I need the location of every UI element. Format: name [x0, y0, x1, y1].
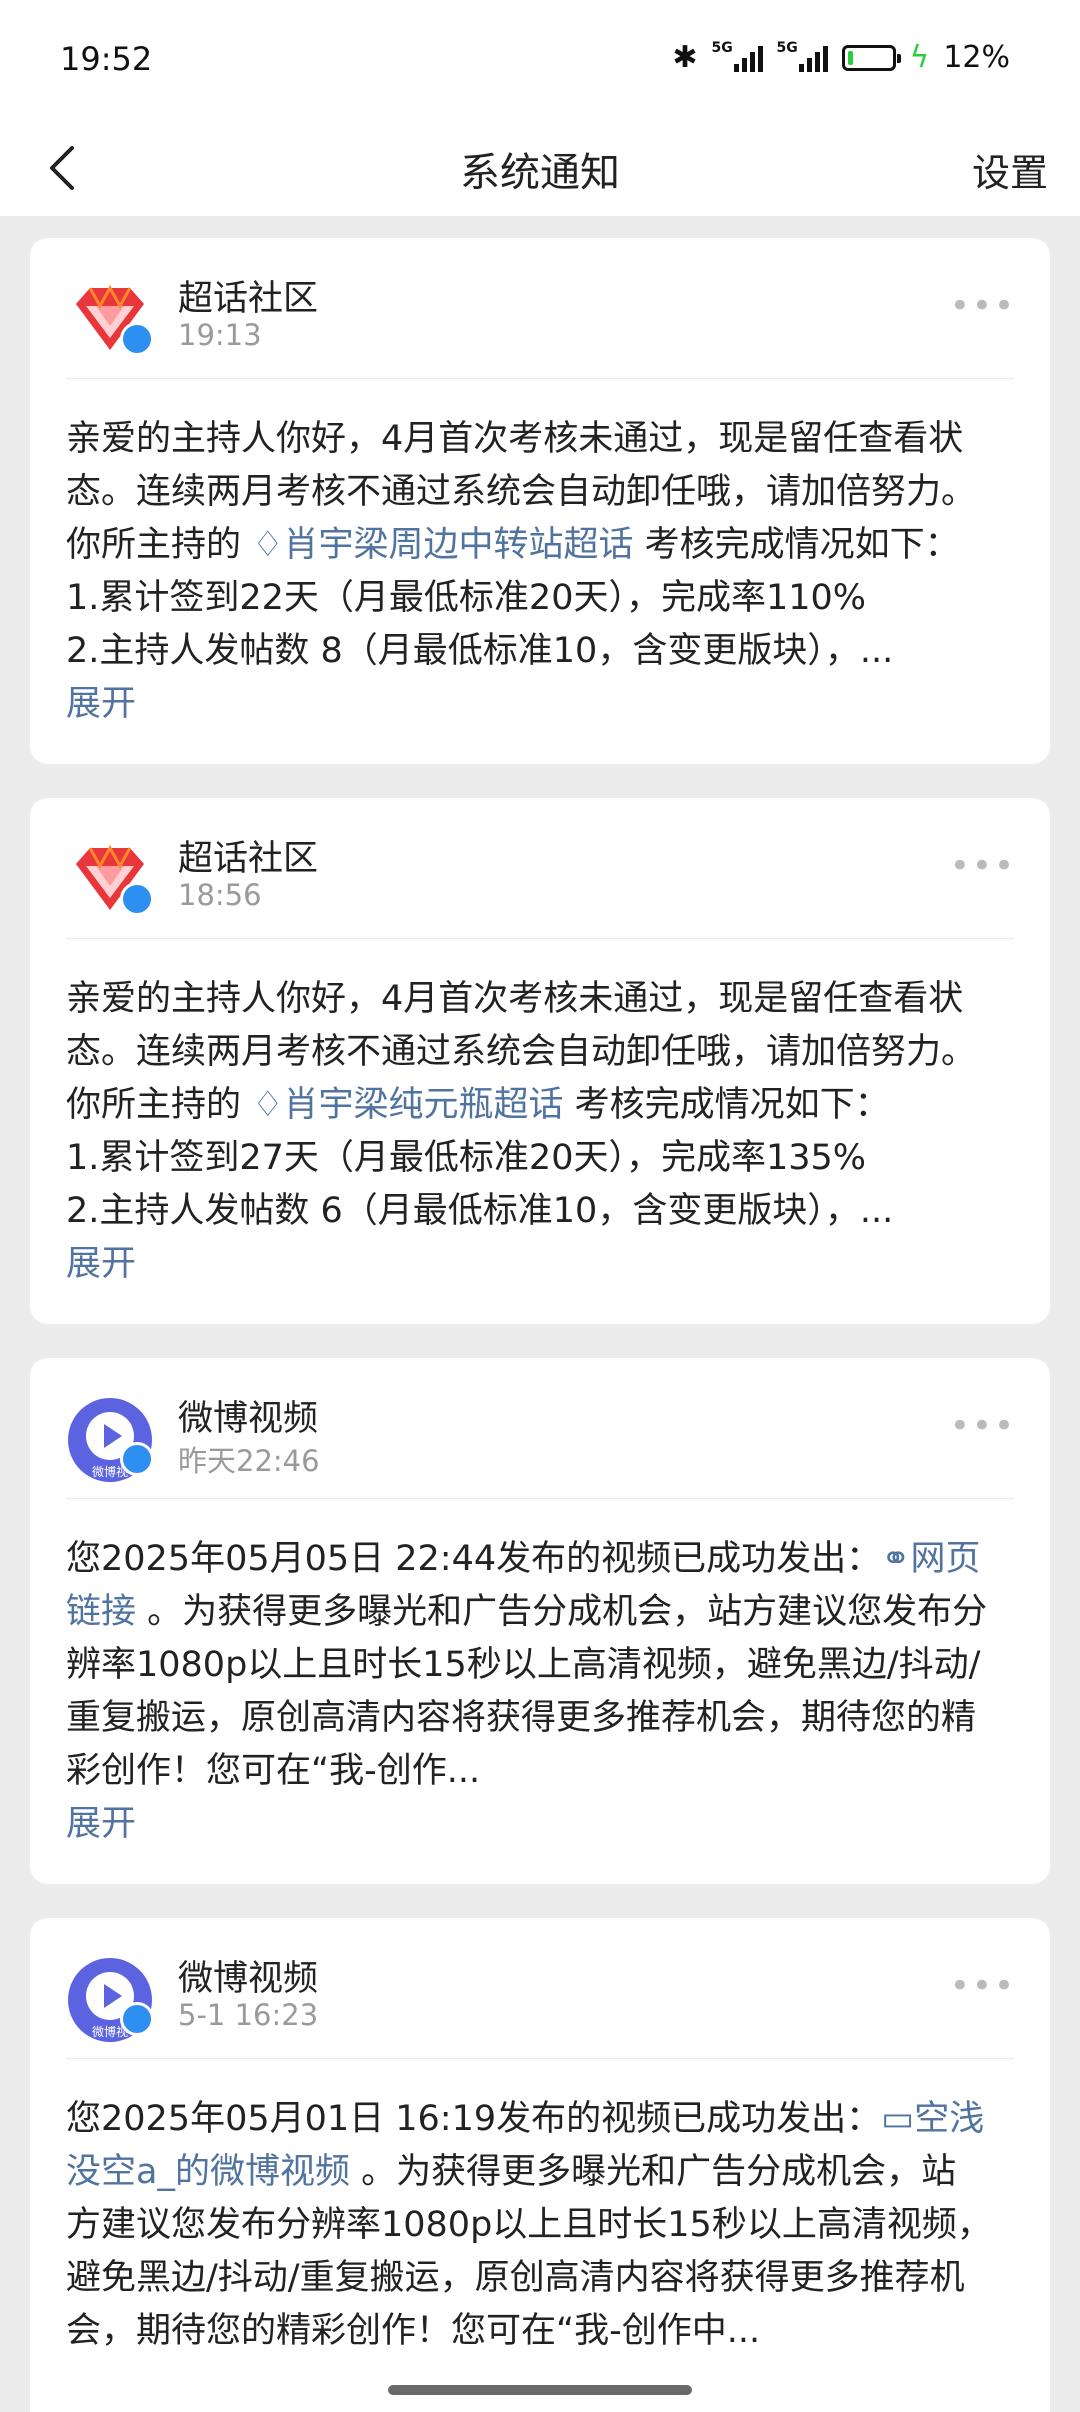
message-body: 您2025年05月01日 16:19发布的视频已成功发出：▭空浅 没空a_的微博… [66, 2099, 992, 2351]
bluetooth-icon: ✱ [672, 40, 698, 75]
nav-bar: 系统通知 设置 [0, 120, 1080, 216]
diamond-icon: ♢ [252, 1085, 284, 1125]
diamond-icon: ♢ [252, 525, 284, 565]
notification-card[interactable]: 超话社区 19:13 ••• 亲爱的主持人你好，4月首次考核未通过，现是留任查看… [30, 238, 1050, 764]
home-indicator[interactable] [388, 2385, 692, 2395]
sender-name[interactable]: 超话社区 [178, 830, 318, 881]
expand-link[interactable]: 展开 [66, 678, 1014, 731]
video-icon: ▭ [881, 2099, 915, 2139]
message-time: 昨天22:46 [178, 1444, 320, 1478]
notification-card[interactable]: 超话社区 18:56 ••• 亲爱的主持人你好，4月首次考核未通过，现是留任查看… [30, 798, 1050, 1324]
message-body: 亲爱的主持人你好，4月首次考核未通过，现是留任查看状 态。连续两月考核不通过系统… [30, 379, 1050, 767]
super-topic-link[interactable]: ♢肖宇梁纯元瓶超话 [252, 1085, 563, 1125]
page-title: 系统通知 [460, 150, 620, 196]
message-body: 亲爱的主持人你好，4月首次考核未通过，现是留任查看状 态。连续两月考核不通过系统… [30, 939, 1050, 1327]
battery-icon [841, 44, 901, 71]
verified-badge-icon [120, 2002, 154, 2036]
signal-5g-icon: 5G [712, 40, 763, 72]
verified-badge-icon [120, 1442, 154, 1476]
sender-name[interactable]: 微博视频 [178, 1950, 318, 2001]
more-options-icon[interactable]: ••• [950, 1966, 1016, 2006]
message-body: 您2025年05月05日 22:44发布的视频已成功发出：⚭网页 链接 。为获得… [30, 1499, 1050, 1887]
more-options-icon[interactable]: ••• [950, 286, 1016, 326]
sender-name[interactable]: 微博视频 [178, 1390, 318, 1441]
more-options-icon[interactable]: ••• [950, 1406, 1016, 1446]
link-icon: ⚭ [881, 1539, 911, 1579]
status-icons: ✱ 5G 5G ϟ 12% [672, 40, 1010, 76]
expand-link[interactable]: 展开 [66, 1238, 1014, 1291]
charging-bolt-icon: ϟ [909, 40, 930, 75]
status-time: 19:52 [60, 40, 153, 78]
video-link-cont[interactable]: 没空a_的微博视频 [66, 2152, 350, 2192]
verified-badge-icon [120, 322, 154, 356]
battery-percent: 12% [943, 40, 1010, 75]
message-time: 18:56 [178, 878, 262, 912]
signal-5g-icon-2: 5G [777, 40, 828, 72]
message-time: 19:13 [178, 318, 262, 352]
web-link[interactable]: ⚭网页 [881, 1539, 980, 1579]
notification-card[interactable]: 微博视 微博视频 5-1 16:23 ••• 您2025年05月01日 16:1… [30, 1918, 1050, 2412]
super-topic-link[interactable]: ♢肖宇梁周边中转站超话 [252, 525, 633, 565]
verified-badge-icon [120, 882, 154, 916]
message-time: 5-1 16:23 [178, 1998, 319, 2032]
web-link-cont[interactable]: 链接 [66, 1592, 136, 1632]
more-options-icon[interactable]: ••• [950, 846, 1016, 886]
settings-button[interactable]: 设置 [972, 142, 1048, 197]
status-bar: 19:52 ✱ 5G 5G ϟ 12% [0, 0, 1080, 120]
expand-link[interactable]: 展开 [66, 1798, 1014, 1851]
video-link[interactable]: ▭空浅 [881, 2099, 984, 2139]
sender-name[interactable]: 超话社区 [178, 270, 318, 321]
notification-card[interactable]: 微博视 微博视频 昨天22:46 ••• 您2025年05月05日 22:44发… [30, 1358, 1050, 1884]
